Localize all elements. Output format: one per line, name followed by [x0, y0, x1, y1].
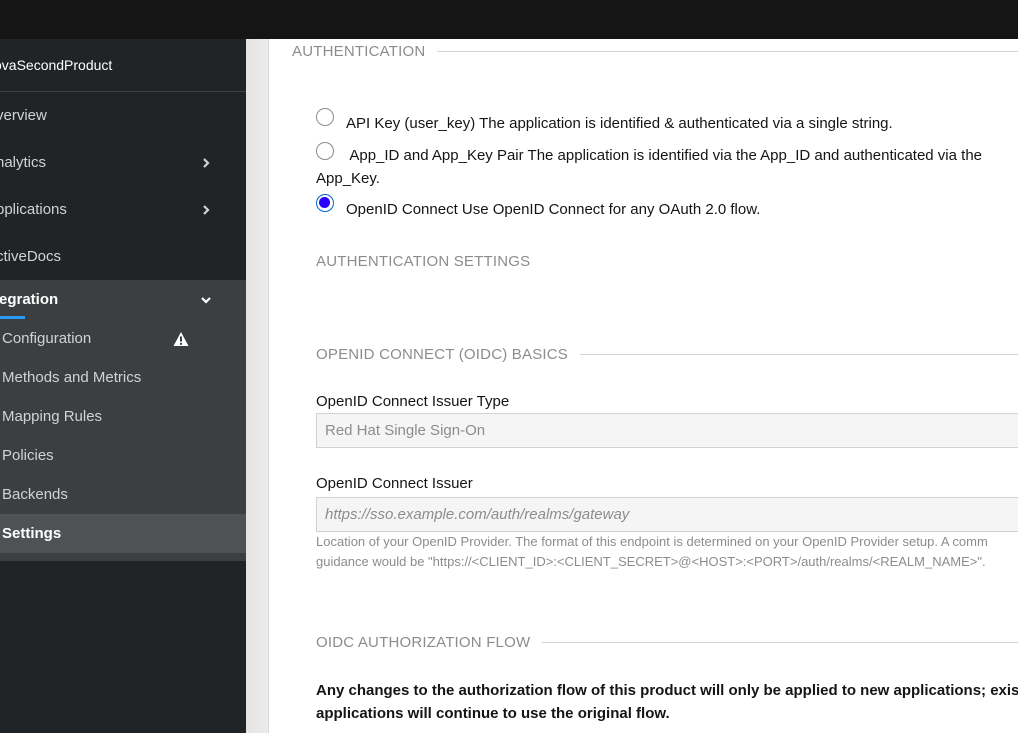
sidebar-item-label: Methods and Metrics: [2, 369, 142, 386]
page-gutter: [246, 39, 269, 733]
sidebar-item-label: tegration: [0, 291, 59, 308]
group-footer: [0, 553, 246, 561]
radio-label: App_ID and App_Key Pair The application …: [316, 147, 983, 187]
sidebar-item-activedocs[interactable]: ctiveDocs: [0, 233, 246, 280]
auth-option-app-id[interactable]: App_ID and App_Key Pair The application …: [316, 142, 1016, 190]
warning-icon: [173, 331, 189, 346]
section-title: OPENID CONNECT (OIDC) BASICS: [316, 346, 569, 363]
auth-option-openid-connect[interactable]: OpenID Connect Use OpenID Connect for an…: [316, 194, 1018, 221]
sidebar-group-integration: tegration Configuration Methods and Metr…: [0, 280, 246, 561]
oidc-basics-legend: OPENID CONNECT (OIDC) BASICS: [316, 346, 1018, 363]
issuer-placeholder: https://sso.example.com/auth/realms/gate…: [325, 506, 630, 523]
sidebar-item-label: nalytics: [0, 154, 47, 171]
sidebar-item-label: Mapping Rules: [2, 408, 103, 425]
radio-app-id[interactable]: [316, 142, 334, 161]
sidebar-subitem-configuration[interactable]: Configuration: [0, 319, 246, 358]
sidebar-item-label: Backends: [2, 486, 68, 503]
chevron-right-icon: [203, 157, 210, 168]
section-title: AUTHENTICATION: [292, 43, 426, 60]
divider: [437, 51, 1018, 52]
sidebar-item-label: Policies: [2, 447, 54, 464]
product-name[interactable]: ovaSecondProduct: [0, 39, 246, 92]
note-line: Any changes to the authorization flow of…: [316, 682, 1018, 699]
oidc-flow-legend: OIDC AUTHORIZATION FLOW: [316, 634, 1018, 651]
radio-openid-connect[interactable]: [316, 194, 334, 212]
issuer-type-value: Red Hat Single Sign-On: [325, 422, 486, 439]
note-line: applications will continue to use the or…: [316, 705, 670, 722]
help-line: Location of your OpenID Provider. The fo…: [316, 534, 988, 549]
sidebar-subitem-mapping-rules[interactable]: Mapping Rules: [0, 397, 246, 436]
flow-change-note: Any changes to the authorization flow of…: [316, 679, 1018, 725]
sidebar-subitem-settings[interactable]: Settings: [0, 514, 246, 553]
sidebar-subitem-methods-and-metrics[interactable]: Methods and Metrics: [0, 358, 246, 397]
authentication-settings-heading: AUTHENTICATION SETTINGS: [316, 253, 530, 270]
issuer-type-select[interactable]: Red Hat Single Sign-On: [316, 413, 1018, 448]
sidebar-item-integration[interactable]: tegration: [0, 280, 246, 319]
sidebar: ovaSecondProduct verview nalytics pplica…: [0, 39, 246, 733]
divider: [542, 642, 1018, 643]
top-masthead: [0, 0, 1018, 39]
sidebar-subitem-policies[interactable]: Policies: [0, 436, 246, 475]
sidebar-item-label: Settings: [2, 525, 62, 542]
product-name-label: ovaSecondProduct: [0, 57, 113, 73]
chevron-right-icon: [203, 204, 210, 215]
section-title: OIDC AUTHORIZATION FLOW: [316, 634, 531, 651]
sidebar-subitem-backends[interactable]: Backends: [0, 475, 246, 514]
sidebar-item-applications[interactable]: pplications: [0, 186, 246, 233]
issuer-help-text: Location of your OpenID Provider. The fo…: [316, 532, 1018, 572]
issuer-label: OpenID Connect Issuer: [316, 475, 473, 492]
radio-label: API Key (user_key) The application is id…: [346, 115, 893, 132]
authentication-legend: AUTHENTICATION: [292, 43, 1018, 60]
radio-label: OpenID Connect Use OpenID Connect for an…: [346, 201, 761, 218]
divider: [580, 354, 1018, 355]
sidebar-item-label: ctiveDocs: [0, 248, 62, 265]
sidebar-item-overview[interactable]: verview: [0, 92, 246, 139]
help-line: guidance would be "https://<CLIENT_ID>:<…: [316, 554, 986, 569]
sidebar-item-label: Configuration: [2, 330, 92, 347]
sidebar-item-analytics[interactable]: nalytics: [0, 139, 246, 186]
section-title: AUTHENTICATION SETTINGS: [316, 253, 531, 270]
issuer-type-label: OpenID Connect Issuer Type: [316, 393, 510, 410]
radio-api-key[interactable]: [316, 108, 334, 126]
sidebar-item-label: verview: [0, 107, 47, 124]
issuer-input[interactable]: https://sso.example.com/auth/realms/gate…: [316, 497, 1018, 532]
sidebar-item-label: pplications: [0, 201, 67, 218]
settings-form: AUTHENTICATION API Key (user_key) The ap…: [269, 39, 1018, 733]
chevron-down-icon: [201, 296, 211, 304]
auth-option-api-key[interactable]: API Key (user_key) The application is id…: [316, 108, 1018, 135]
